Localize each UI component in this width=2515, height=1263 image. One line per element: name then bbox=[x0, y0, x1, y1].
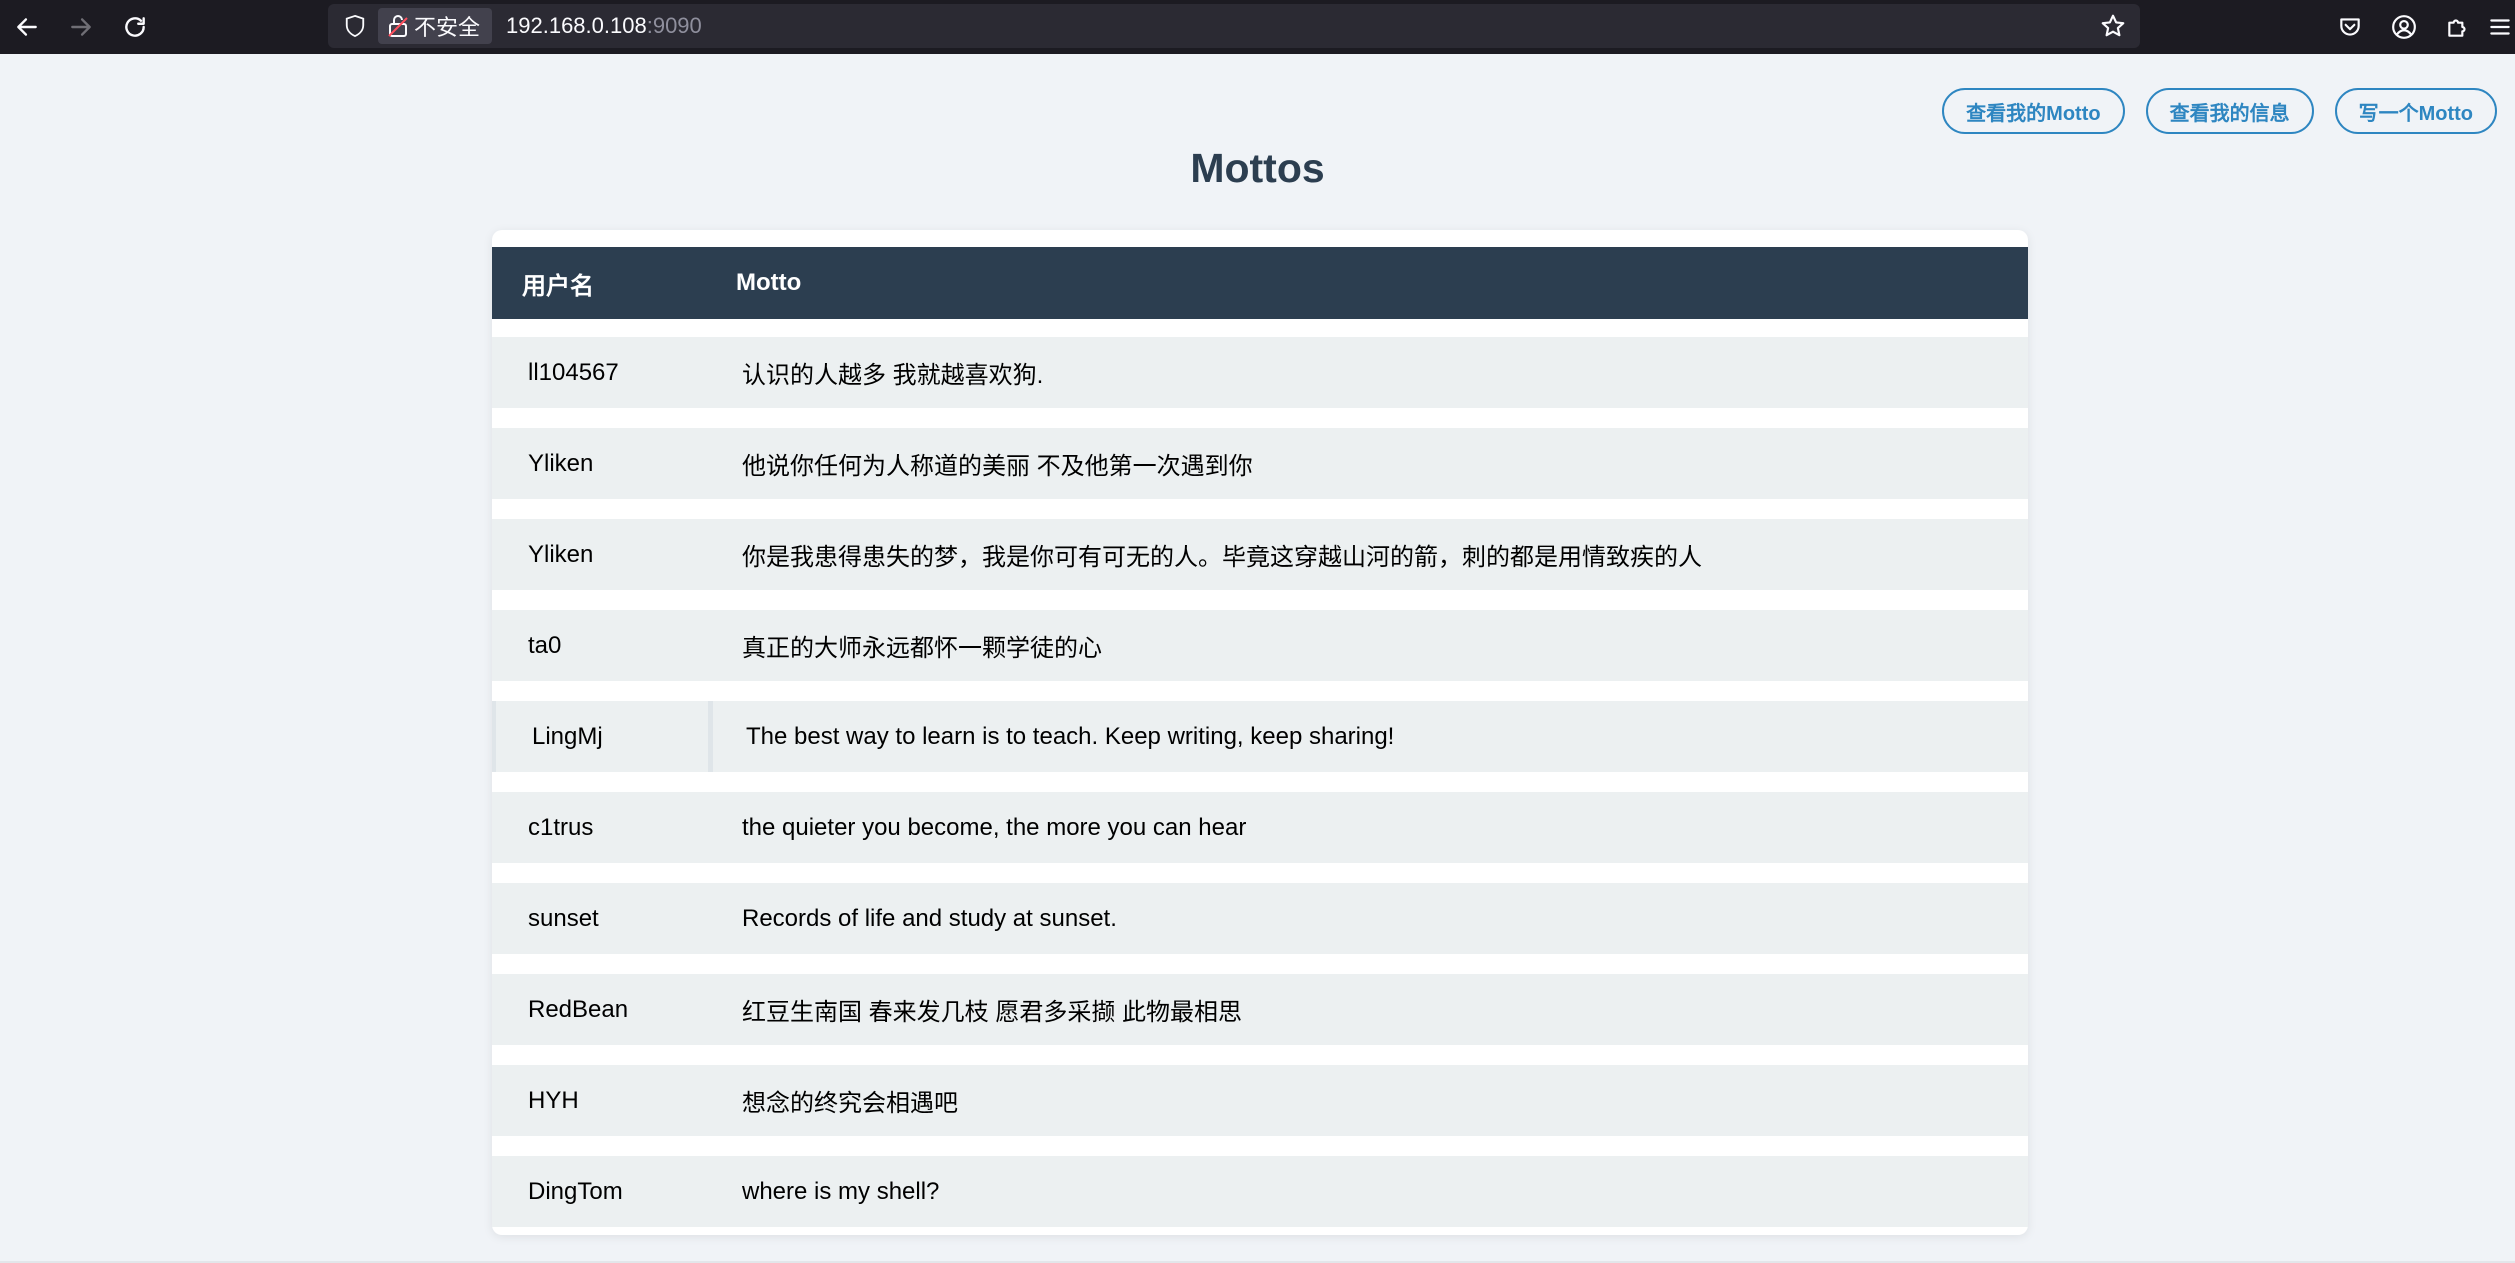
motto-cell: Records of life and study at sunset. bbox=[742, 904, 1117, 932]
username-cell: ll104567 bbox=[528, 358, 619, 386]
reload-button[interactable] bbox=[108, 0, 162, 54]
motto-cell: where is my shell? bbox=[742, 1177, 940, 1205]
bookmark-star-icon[interactable] bbox=[2100, 13, 2126, 39]
back-button[interactable] bbox=[0, 0, 54, 54]
motto-cell: 想念的终究会相遇吧 bbox=[742, 1090, 958, 1117]
table-row: c1trus the quieter you become, the more … bbox=[492, 792, 2028, 863]
username-cell: HYH bbox=[528, 1086, 579, 1114]
motto-cell: 认识的人越多 我就越喜欢狗. bbox=[742, 362, 1044, 389]
reload-icon bbox=[125, 17, 145, 37]
motto-cell: The best way to learn is to teach. Keep … bbox=[746, 722, 1395, 750]
back-arrow-icon bbox=[17, 18, 37, 36]
header-actions: 查看我的Motto 查看我的信息 写一个Motto bbox=[1942, 88, 2497, 134]
tracking-protection-icon[interactable] bbox=[342, 13, 368, 39]
table-row: ll104567 认识的人越多 我就越喜欢狗. bbox=[492, 337, 2028, 408]
page-title: Mottos bbox=[1190, 145, 1325, 191]
forward-button[interactable] bbox=[54, 0, 108, 54]
write-motto-button[interactable]: 写一个Motto bbox=[2334, 88, 2497, 134]
account-icon[interactable] bbox=[2377, 0, 2431, 54]
url-port: :9090 bbox=[646, 13, 702, 38]
url-bar[interactable]: 不安全 192.168.0.108:9090 bbox=[328, 4, 2140, 48]
extensions-icon[interactable] bbox=[2431, 0, 2485, 54]
url-host: 192.168.0.108 bbox=[506, 13, 647, 38]
column-header-username: 用户名 bbox=[522, 272, 594, 300]
pocket-icon[interactable] bbox=[2323, 0, 2377, 54]
table-row: sunset Records of life and study at suns… bbox=[492, 883, 2028, 954]
broken-lock-icon bbox=[388, 15, 408, 37]
browser-toolbar: 不安全 192.168.0.108:9090 bbox=[0, 0, 2515, 54]
username-cell: RedBean bbox=[528, 995, 629, 1023]
username-cell: DingTom bbox=[528, 1177, 623, 1205]
insecure-label: 不安全 bbox=[414, 15, 481, 40]
mottos-table: 用户名 Motto ll104567 认识的人越多 我就越喜欢狗. Yliken… bbox=[492, 230, 2028, 1235]
motto-cell: 红豆生南国 春来发几枝 愿君多采撷 此物最相思 bbox=[742, 999, 1243, 1026]
table-row: ta0 真正的大师永远都怀一颗学徒的心 bbox=[492, 610, 2028, 681]
motto-cell: the quieter you become, the more you can… bbox=[742, 813, 1247, 841]
table-header: 用户名 Motto bbox=[492, 247, 2028, 319]
table-row-hovered: LingMj The best way to learn is to teach… bbox=[492, 701, 2028, 772]
username-cell: c1trus bbox=[528, 813, 594, 841]
motto-cell: 真正的大师永远都怀一颗学徒的心 bbox=[742, 635, 1102, 662]
table-row: Yliken 你是我患得患失的梦，我是你可有可无的人。毕竟这穿越山河的箭，刺的都… bbox=[492, 519, 2028, 590]
column-header-motto: Motto bbox=[736, 269, 802, 296]
username-cell: LingMj bbox=[532, 722, 603, 750]
username-cell: ta0 bbox=[528, 631, 562, 659]
url-text[interactable]: 192.168.0.108:9090 bbox=[506, 13, 702, 39]
table-row: Yliken 他说你任何为人称道的美丽 不及他第一次遇到你 bbox=[492, 428, 2028, 499]
table-row: DingTom where is my shell? bbox=[492, 1156, 2028, 1227]
table-body: ll104567 认识的人越多 我就越喜欢狗. Yliken 他说你任何为人称道… bbox=[492, 337, 2028, 1247]
motto-cell: 他说你任何为人称道的美丽 不及他第一次遇到你 bbox=[742, 453, 1253, 480]
cell-divider bbox=[708, 701, 713, 772]
username-cell: Yliken bbox=[528, 540, 594, 568]
insecure-connection-indicator[interactable]: 不安全 bbox=[378, 8, 493, 44]
table-row: RedBean 红豆生南国 春来发几枝 愿君多采撷 此物最相思 bbox=[492, 974, 2028, 1045]
table-row: HYH 想念的终究会相遇吧 bbox=[492, 1065, 2028, 1136]
username-cell: Yliken bbox=[528, 449, 594, 477]
view-my-info-button[interactable]: 查看我的信息 bbox=[2145, 88, 2314, 134]
username-cell: sunset bbox=[528, 904, 599, 932]
view-my-motto-button[interactable]: 查看我的Motto bbox=[1942, 88, 2125, 134]
motto-cell: 你是我患得患失的梦，我是你可有可无的人。毕竟这穿越山河的箭，刺的都是用情致疾的人 bbox=[742, 544, 1702, 571]
menu-icon[interactable] bbox=[2485, 0, 2515, 54]
forward-arrow-icon bbox=[71, 18, 91, 36]
